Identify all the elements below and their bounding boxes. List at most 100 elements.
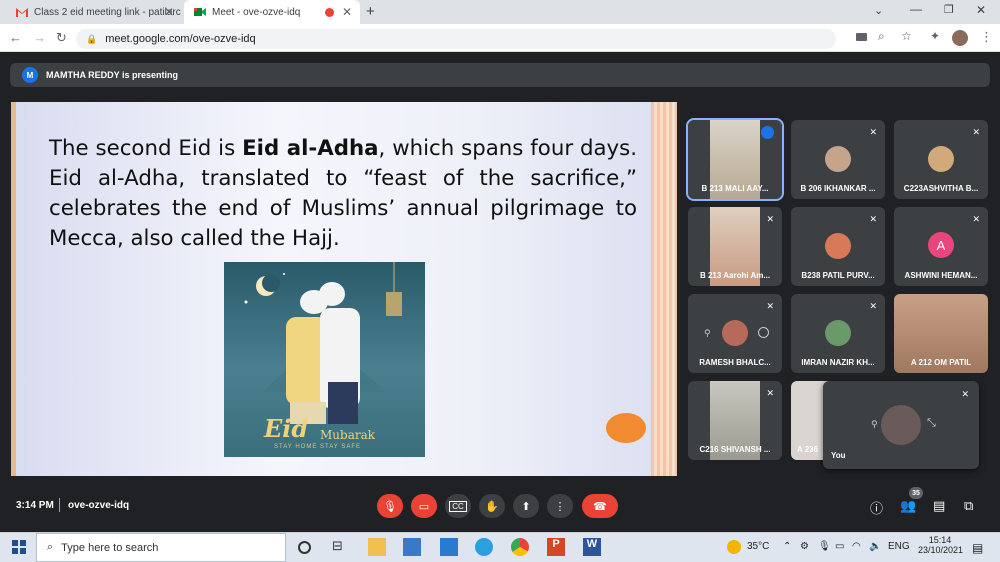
participant-tile[interactable]: ✕ C223ASHVITHA B... — [894, 120, 988, 199]
url-text: meet.google.com/ove-ozve-idq — [105, 33, 256, 45]
clock-date: 23/10/2021 — [918, 545, 964, 555]
address-bar[interactable]: 🔒 meet.google.com/ove-ozve-idq — [76, 29, 836, 49]
self-view-tile[interactable]: ✕ ⚲ ⤡ You — [823, 381, 979, 469]
camera-toggle-button[interactable]: ▭ — [411, 494, 437, 518]
activities-icon[interactable]: ⧉ — [964, 498, 973, 514]
forward-icon[interactable]: → — [33, 30, 46, 45]
participant-name: RAMESH BHALC... — [699, 358, 771, 367]
present-button[interactable]: ⬆ — [513, 494, 539, 518]
mic-off-icon: ✕ — [972, 127, 980, 137]
maximize-icon[interactable]: ❐ — [944, 3, 954, 16]
captions-button[interactable]: CC — [445, 494, 471, 518]
participant-avatar — [825, 233, 851, 259]
tab-search-icon[interactable]: ⌄ — [874, 4, 883, 17]
cortana-icon[interactable] — [298, 541, 311, 554]
tray-app-icon[interactable]: ⚙ — [800, 541, 809, 552]
speaking-icon — [761, 126, 774, 139]
participant-tile[interactable]: A 212 OM PATIL — [894, 294, 988, 373]
participant-name: ASHWINI HEMAN... — [904, 271, 978, 280]
participant-tile[interactable]: ✕ B238 PATIL PURV... — [791, 207, 885, 286]
participant-name: B238 PATIL PURV... — [801, 271, 875, 280]
more-options-icon[interactable] — [758, 327, 769, 338]
participant-avatar — [825, 320, 851, 346]
participant-tile[interactable]: ✕ A ASHWINI HEMAN... — [894, 207, 988, 286]
participant-name: IMRAN NAZIR KH... — [801, 358, 875, 367]
people-icon[interactable]: 👥 — [900, 498, 916, 514]
mail-icon[interactable] — [440, 538, 458, 556]
close-tab-icon[interactable]: ✕ — [342, 5, 352, 19]
pin-icon[interactable]: ⚲ — [871, 419, 878, 430]
meeting-time: 3:14 PM — [16, 500, 54, 511]
self-avatar — [881, 405, 921, 445]
participant-avatar — [722, 320, 748, 346]
temperature[interactable]: 35°C — [747, 541, 769, 552]
participant-avatar — [825, 146, 851, 172]
camera-in-use-icon[interactable] — [856, 33, 867, 41]
windows-start-icon[interactable] — [12, 540, 26, 554]
bookmark-star-icon[interactable]: ☆ — [901, 29, 912, 43]
task-view-icon[interactable]: ⊟ — [332, 538, 350, 556]
store-icon[interactable] — [403, 538, 421, 556]
mic-off-icon: ✕ — [869, 214, 877, 224]
participant-name: B 213 Aarohi Am... — [699, 271, 771, 280]
mic-off-icon: ✕ — [961, 389, 969, 399]
camera-off-icon: ▭ — [418, 500, 430, 513]
weather-icon[interactable] — [727, 540, 741, 554]
more-vert-icon: ⋮ — [554, 500, 566, 513]
profile-avatar[interactable] — [952, 30, 968, 46]
more-options-button[interactable]: ⋮ — [547, 494, 573, 518]
file-explorer-icon[interactable] — [368, 538, 386, 556]
tab-meet[interactable]: Meet - ove-ozve-idq ✕ — [184, 0, 360, 24]
notifications-icon[interactable]: ▤ — [972, 541, 983, 555]
powerpoint-icon[interactable]: P — [547, 538, 565, 556]
window-close-icon[interactable]: ✕ — [976, 3, 986, 17]
edge-icon[interactable] — [475, 538, 493, 556]
participant-tile[interactable]: ✕ C216 SHIVANSH ... — [688, 381, 782, 460]
volume-icon[interactable]: 🔈 — [869, 541, 881, 552]
menu-icon[interactable]: ⋮ — [980, 29, 993, 45]
presentation-slide: The second Eid is Eid al-Adha, which spa… — [11, 102, 677, 476]
pin-icon[interactable]: ⚲ — [704, 328, 711, 339]
mic-off-icon: ✕ — [766, 214, 774, 224]
expand-icon[interactable]: ⤡ — [927, 417, 936, 430]
participant-tile[interactable]: B 213 MALI AAY... — [686, 118, 784, 201]
mic-toggle-button[interactable]: 🎙 — [377, 494, 403, 518]
chat-icon[interactable]: ▤ — [933, 498, 945, 514]
self-name: You — [831, 451, 846, 460]
participant-tile[interactable]: ✕ B 213 Aarohi Am... — [688, 207, 782, 286]
word-icon[interactable]: W — [583, 538, 601, 556]
info-icon[interactable]: ⓘ — [870, 498, 883, 517]
participant-tile[interactable]: ✕ IMRAN NAZIR KH... — [791, 294, 885, 373]
mic-off-icon: ✕ — [972, 214, 980, 224]
battery-icon[interactable]: ▭ — [835, 541, 844, 552]
wifi-icon[interactable]: ◠ — [852, 541, 861, 552]
new-tab-button[interactable]: + — [366, 3, 375, 20]
mic-off-icon: ✕ — [766, 388, 774, 398]
taskbar-search[interactable]: ⌕ Type here to search — [36, 533, 286, 562]
minimize-icon[interactable]: — — [910, 2, 922, 16]
captions-icon: CC — [449, 500, 467, 512]
chrome-icon[interactable] — [511, 538, 529, 556]
meet-icon — [194, 7, 206, 17]
extensions-icon[interactable]: ✦ — [930, 29, 940, 43]
clock[interactable]: 15:14 23/10/2021 — [918, 535, 964, 555]
back-icon[interactable]: ← — [9, 30, 22, 45]
microphone-tray-icon[interactable]: 🎙 — [818, 541, 831, 552]
mic-off-icon: 🎙 — [383, 500, 397, 513]
leave-call-button[interactable]: ☎ — [582, 494, 618, 518]
participant-tile[interactable]: ✕ ⚲ RAMESH BHALC... — [688, 294, 782, 373]
raise-hand-button[interactable]: ✋ — [479, 494, 505, 518]
tab-gmail[interactable]: Class 2 eid meeting link - patilarc ✕ — [6, 0, 182, 24]
recording-icon — [325, 8, 334, 17]
participant-name: B 213 MALI AAY... — [701, 184, 769, 193]
meeting-code: ove-ozve-idq — [68, 500, 130, 511]
eid-caption: STAY HOME STAY SAFE — [274, 444, 362, 450]
participant-tile[interactable]: ✕ B 206 IKHANKAR ... — [791, 120, 885, 199]
reload-icon[interactable]: ↻ — [56, 30, 67, 46]
participant-name: B 206 IKHANKAR ... — [800, 184, 876, 193]
close-tab-icon[interactable]: ✕ — [164, 5, 174, 19]
language-indicator[interactable]: ENG — [888, 541, 910, 552]
participant-avatar: A — [928, 232, 954, 258]
zoom-icon[interactable]: ⌕ — [878, 29, 885, 44]
tray-chevron-icon[interactable]: ⌃ — [783, 541, 791, 552]
